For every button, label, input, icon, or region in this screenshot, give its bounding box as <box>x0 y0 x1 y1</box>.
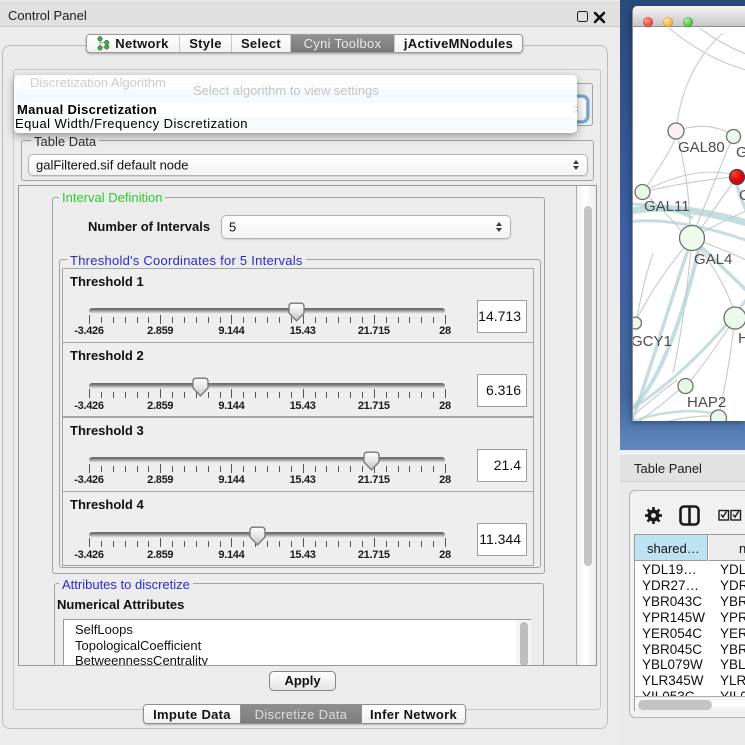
svg-text:GCY1: GCY1 <box>633 333 672 350</box>
svg-text:HAP2: HAP2 <box>687 394 726 411</box>
svg-text:GAL11: GAL11 <box>644 198 690 215</box>
svg-text:C: C <box>739 187 745 204</box>
svg-text:GAL4: GAL4 <box>694 251 732 268</box>
svg-text:H: H <box>738 330 745 347</box>
svg-text:G: G <box>736 144 745 161</box>
svg-text:GAL80: GAL80 <box>678 139 725 156</box>
